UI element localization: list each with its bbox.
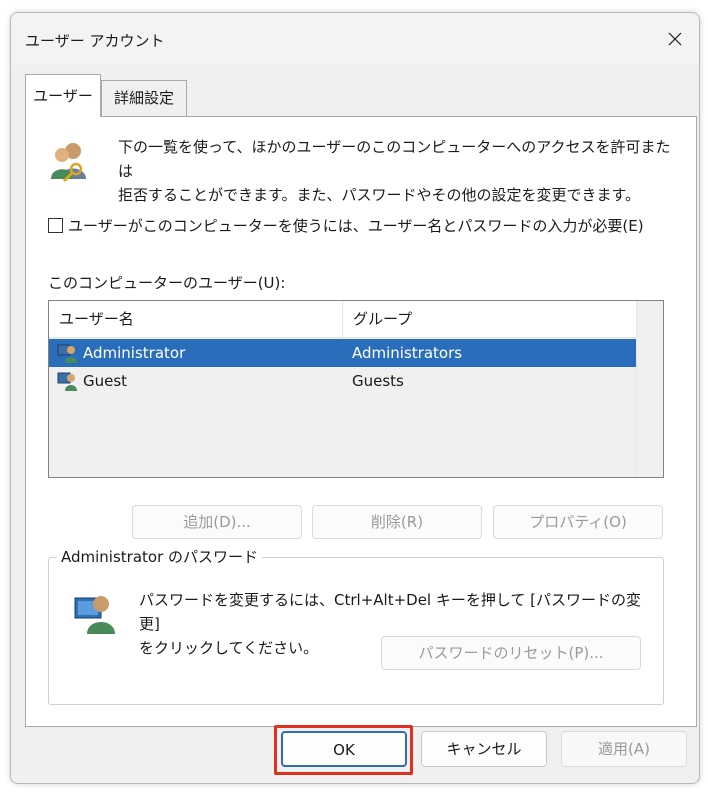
intro-line-1: 下の一覧を使って、ほかのユーザーのこのコンピューターへのアクセスを許可または <box>118 138 671 180</box>
close-button[interactable] <box>657 21 693 57</box>
list-item-administrator[interactable]: Administrator Administrators <box>49 339 637 367</box>
require-login-checkbox[interactable]: ユーザーがこのコンピューターを使うには、ユーザー名とパスワードの入力が必要(E) <box>48 215 644 236</box>
users-listview[interactable]: ユーザー名 グループ Administrator Administrators <box>48 300 664 478</box>
apply-button[interactable]: 適用(A) <box>561 731 687 767</box>
title-bar: ユーザー アカウント <box>11 13 699 65</box>
cell-username: Guest <box>83 372 128 390</box>
close-icon <box>668 32 682 46</box>
user-password-icon <box>74 596 115 634</box>
checkbox-box[interactable] <box>48 218 63 233</box>
cell-username: Administrator <box>83 344 186 362</box>
listview-header: ユーザー名 グループ <box>49 301 663 338</box>
cell-group: Administrators <box>352 344 463 362</box>
user-icon <box>57 344 77 363</box>
list-item-guest[interactable]: Guest Guests <box>49 367 637 395</box>
password-help-line-1: パスワードを変更するには、Ctrl+Alt+Del キーを押して [パスワードの… <box>139 591 642 633</box>
tab-users[interactable]: ユーザー <box>25 74 101 117</box>
cancel-button[interactable]: キャンセル <box>421 731 547 767</box>
tab-advanced[interactable]: 詳細設定 <box>101 80 187 116</box>
user-accounts-dialog: ユーザー アカウント ユーザー 詳細設定 下の一覧を使って、ほかのユーザーのこの… <box>10 12 700 784</box>
column-header-username[interactable]: ユーザー名 <box>49 301 343 337</box>
users-icon <box>51 143 86 183</box>
column-header-group[interactable]: グループ <box>343 301 637 337</box>
reset-password-button[interactable]: パスワードのリセット(P)... <box>381 636 641 670</box>
properties-button[interactable]: プロパティ(O) <box>493 505 663 539</box>
password-group-title: Administrator のパスワード <box>57 546 263 567</box>
add-user-button[interactable]: 追加(D)... <box>132 505 302 539</box>
intro-line-2: 拒否することができます。また、パスワードやその他の設定を変更できます。 <box>118 186 641 204</box>
user-icon <box>57 372 77 391</box>
users-list-label: このコンピューターのユーザー(U): <box>48 274 286 292</box>
require-login-label: ユーザーがこのコンピューターを使うには、ユーザー名とパスワードの入力が必要(E) <box>68 217 644 235</box>
cell-group: Guests <box>352 372 404 390</box>
window-title: ユーザー アカウント <box>25 32 165 50</box>
intro-text: 下の一覧を使って、ほかのユーザーのこのコンピューターへのアクセスを許可または 拒… <box>118 135 678 207</box>
users-tab-panel: 下の一覧を使って、ほかのユーザーのこのコンピューターへのアクセスを許可または 拒… <box>25 116 697 727</box>
password-groupbox: Administrator のパスワード パスワードを変更するには、Ctrl+A… <box>48 546 664 705</box>
listview-scrollbar[interactable] <box>636 301 663 477</box>
ok-highlight-annotation <box>274 725 413 775</box>
remove-user-button[interactable]: 削除(R) <box>312 505 482 539</box>
